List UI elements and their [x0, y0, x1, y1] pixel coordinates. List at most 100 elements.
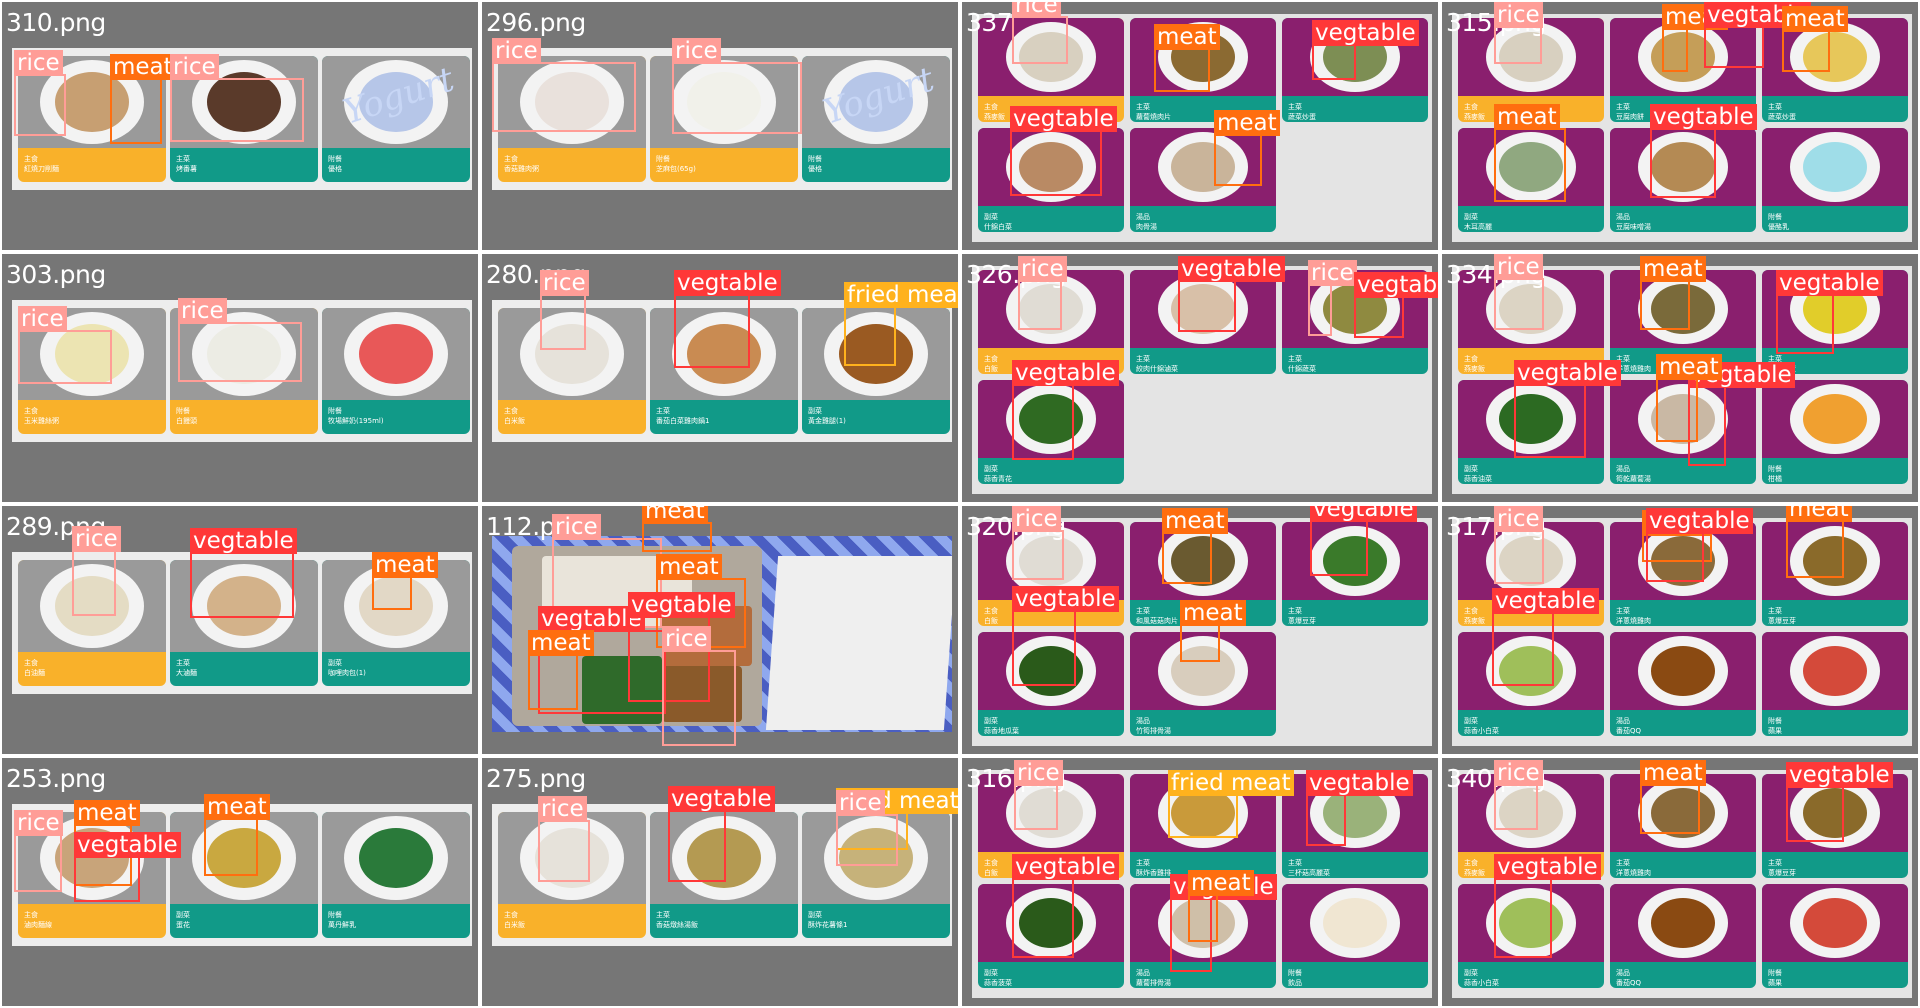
menu-item-name: 筍乾蘿蔔湯 [1616, 475, 1651, 483]
detection-box: meat [1656, 354, 1722, 442]
detection-box: vegtable [1306, 770, 1413, 846]
detection-label-vegtable: vegtable [1650, 104, 1757, 130]
menu-item-caption: 副菜 蒜香油菜 [1458, 458, 1604, 484]
menu-item-name: 蔥爆豆芽 [1768, 617, 1796, 625]
menu-item: 附餐 蘋果 [1762, 884, 1908, 988]
menu-item-category: 主菜 [1288, 859, 1302, 867]
menu-item-category: 主食 [24, 155, 38, 163]
paper-sheet [765, 556, 952, 730]
menu-item-caption: 附餐 萬丹鮮乳 [322, 904, 470, 938]
detection-box: vegtable [1704, 2, 1811, 68]
detection-box: rice [1494, 506, 1544, 584]
menu-item-category: 副菜 [1464, 969, 1478, 977]
detection-box: fried meat [1168, 770, 1294, 838]
menu-item-name: 蔥爆豆芽 [1768, 869, 1796, 877]
menu-item-category: 主菜 [1288, 607, 1302, 615]
menu-item-name: 紅燒刀削麵 [24, 165, 59, 173]
menu-item-caption: 附餐芝麻包(65g) [650, 148, 798, 182]
menu-item-caption: 主菜 蔬菜炒蛋 [1282, 96, 1428, 122]
detection-label-rice: rice [170, 54, 219, 80]
detection-label-vegtable: vegtable [668, 786, 775, 812]
detection-label-meat: meat [528, 630, 594, 656]
detection-label-vegtable: vegtable [1492, 588, 1599, 614]
menu-item-caption: 主菜 香菇燉絲湯飯 [650, 904, 798, 938]
detection-box: rice [14, 50, 66, 136]
menu-item-name: 蒜香青花 [984, 475, 1012, 483]
detection-box: meat [1214, 110, 1280, 186]
detection-label-fried-meat: fried meat [844, 282, 958, 308]
tile-filename: 275.png [486, 764, 586, 793]
detection-box: rice [492, 38, 636, 132]
detection-label-rice: rice [492, 38, 541, 64]
food [1802, 897, 1868, 949]
menu-item-category: 附餐 [656, 155, 670, 163]
detection-box: vegtable [668, 786, 775, 882]
detection-box: rice [836, 790, 898, 866]
menu-item-name: 牧場鮮奶(195ml) [328, 417, 384, 425]
detection-box: rice [14, 810, 63, 892]
detection-label-rice: rice [72, 526, 121, 552]
menu-item-caption: 副菜 蒜香青花 [978, 458, 1124, 484]
menu-item: 附餐 萬丹鮮乳 [322, 812, 470, 938]
menu-item-caption: 主菜 蔥爆豆芽 [1762, 600, 1908, 626]
menu-item-category: 副菜 [984, 969, 998, 977]
detection-label-vegtable: vegtable [1786, 762, 1893, 788]
food [1650, 897, 1716, 949]
detection-box: vegtable [1012, 360, 1119, 460]
menu-item-category: 附餐 [1768, 465, 1782, 473]
menu-item-category: 主食 [504, 155, 518, 163]
result-tile: 337 主食 燕麥飯 主菜 蘿蔔燒肉片 主菜 蔬菜炒蛋 副菜 什錦白菜 湯品 肉骨湯 rice meat… [962, 2, 1438, 250]
menu-item-name: 酥炸花薯條1 [808, 921, 848, 929]
result-tile: 326.png 主食 白飯 主菜 絞肉什錦滷菜 主菜 什錦蔬菜 副菜 蒜香青花 rice vegta… [962, 254, 1438, 502]
plate [1790, 384, 1880, 454]
menu-item-category: 主菜 [656, 911, 670, 919]
detection-label-meat: meat [1656, 354, 1722, 380]
menu-item-name: 番茄QQ [1616, 979, 1642, 987]
detection-box: rice [1012, 506, 1064, 580]
menu-item-caption: 主食 白油麵 [18, 652, 166, 686]
detection-label-rice: rice [1494, 760, 1543, 786]
menu-item-category: 副菜 [984, 465, 998, 473]
detection-results-grid: 310.png 主食 紅燒刀削麵 主菜 烤番薯 Yogurt 附餐 優格 rice meat ric… [0, 0, 1920, 1008]
food [1802, 645, 1868, 697]
menu-item-category: 副菜 [1464, 717, 1478, 725]
plate [1790, 132, 1880, 202]
detection-label-rice: rice [14, 810, 63, 836]
menu-item-category: 附餐 [176, 407, 190, 415]
plate [344, 816, 448, 900]
plate [1638, 888, 1728, 958]
menu-item-caption: 主食 白米飯 [498, 400, 646, 434]
detection-box: vegtable [1178, 256, 1285, 332]
menu-item: 湯品 番茄QQ [1610, 632, 1756, 736]
menu-item-name: 肉骨湯 [1136, 223, 1157, 231]
menu-item-caption: 主食 滷肉麵線 [18, 904, 166, 938]
detection-box: meat [1188, 870, 1254, 942]
detection-box: meat [1662, 4, 1728, 72]
detection-box: meat [204, 794, 270, 876]
plate [344, 312, 448, 396]
detection-box: meat [1180, 600, 1246, 662]
food-photo [322, 308, 470, 400]
menu-item-caption: 附餐 優酪乳 [1762, 206, 1908, 232]
menu-item-caption: 副菜 咖哩肉包(1) [322, 652, 470, 686]
menu-item-caption: 主食 白米飯 [498, 904, 646, 938]
menu-item-category: 附餐 [328, 911, 342, 919]
menu-item-caption: 主菜 蔬菜炒蛋 [1762, 96, 1908, 122]
menu-item-name: 飲品 [1288, 979, 1302, 987]
detection-label-vegtable: vegtable [1306, 770, 1413, 796]
menu-item-name: 柑橘 [1768, 475, 1782, 483]
result-tile: 315.png主食燕麥飯主菜豆腐肉餅主菜蔬菜炒蛋副菜木耳高麗湯品豆腐味噌湯附餐優… [1442, 2, 1918, 250]
menu-item-category: 湯品 [1136, 717, 1150, 725]
menu-item-category: 附餐 [1768, 969, 1782, 977]
detection-box: rice [1494, 760, 1543, 830]
menu-item-name: 白饅頭 [176, 417, 197, 425]
menu-item-name: 白油麵 [24, 669, 45, 677]
detection-box: meat [642, 506, 712, 552]
menu-item-name: 香菇燉絲湯飯 [656, 921, 698, 929]
detection-label-vegtable: vegtable [1776, 270, 1883, 296]
menu-item-name: 芝麻包(65g) [656, 165, 696, 173]
menu-item-category: 副菜 [1464, 465, 1478, 473]
menu-item-name: 三杯菇高麗菜 [1288, 869, 1330, 877]
food-photo [1610, 884, 1756, 962]
detection-box: vegtable [1312, 20, 1419, 80]
